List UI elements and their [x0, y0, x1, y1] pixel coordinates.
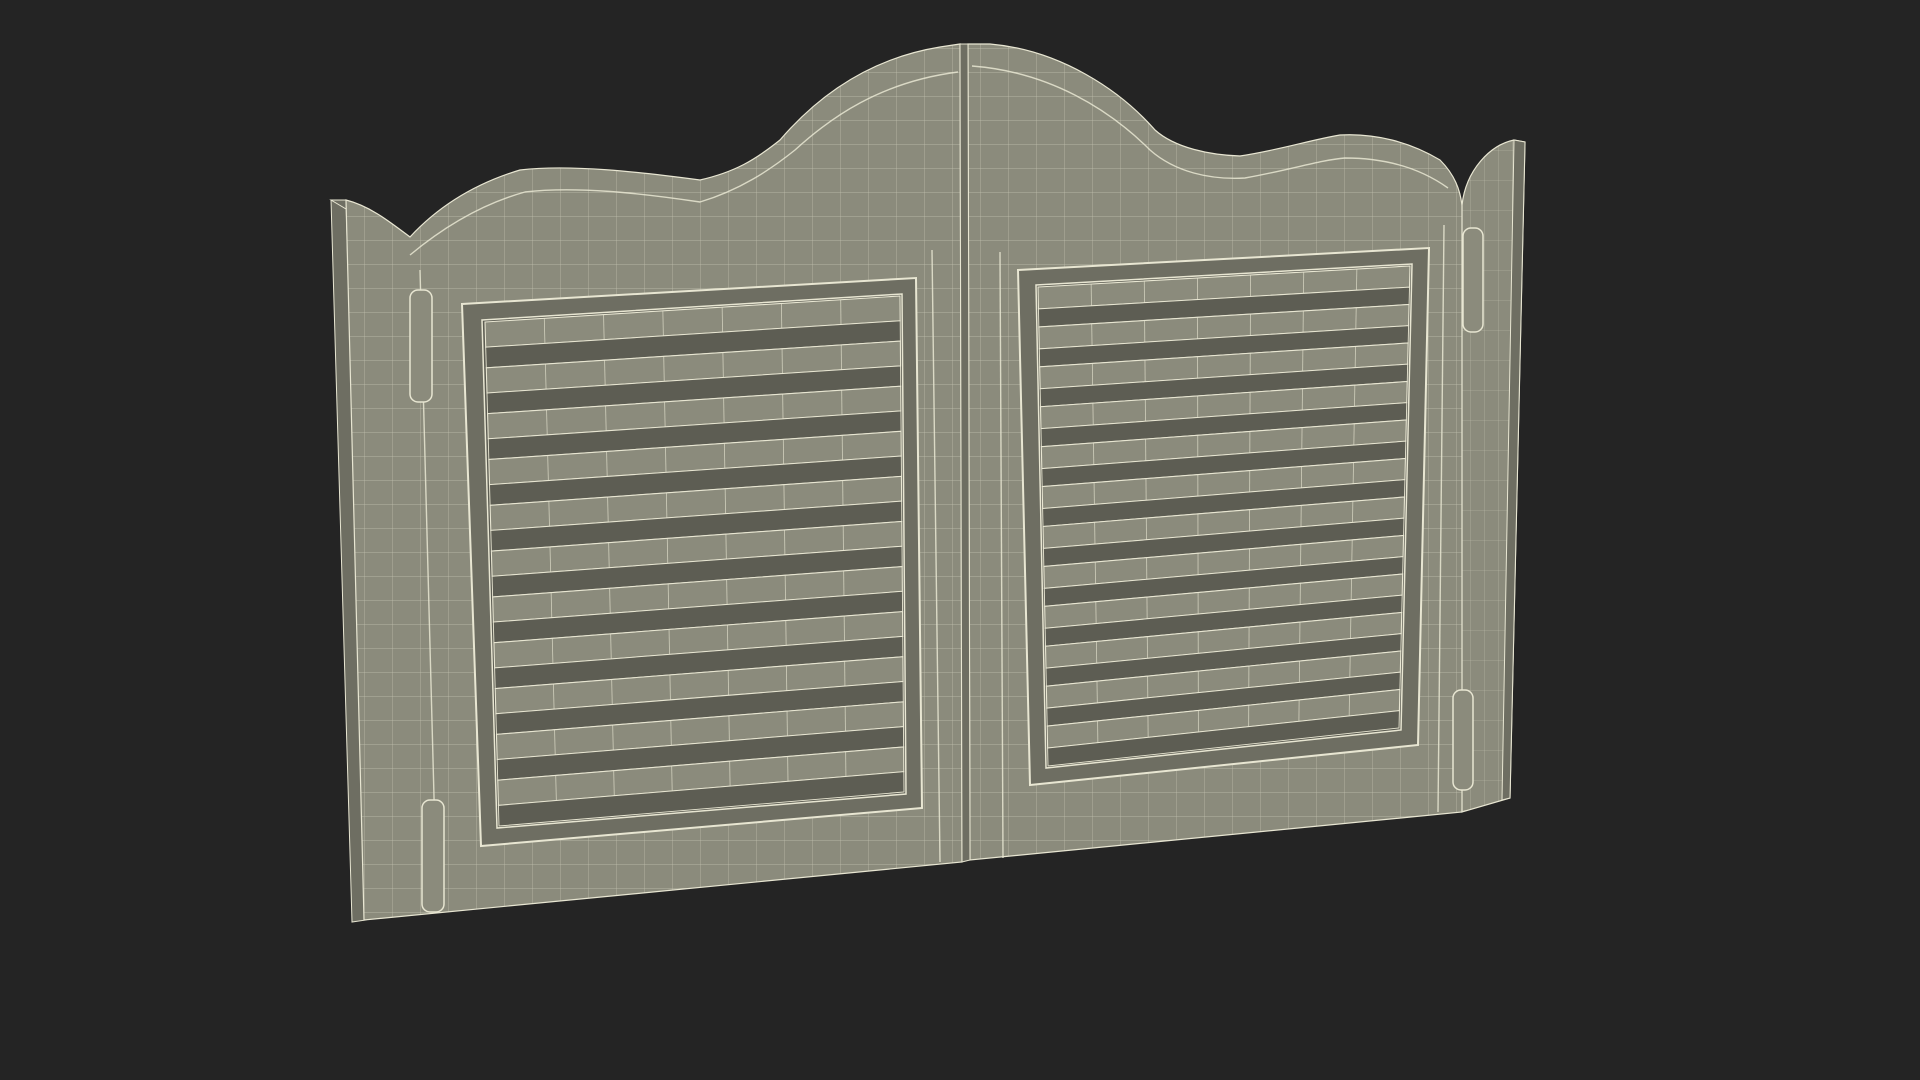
saloon-doors-wireframe-render [0, 0, 1920, 1080]
left-louver-wire [609, 588, 611, 614]
left-louver-wire [604, 360, 606, 386]
left-door-hinge-bottom [421, 799, 445, 913]
right-door-hinge-bottom [1452, 689, 1474, 791]
left-louver-wire [603, 314, 605, 340]
right-door-hinge-top [1462, 227, 1484, 333]
left-louver-wire [612, 725, 614, 751]
left-louver-wire [605, 405, 607, 431]
left-door-hinge-top [409, 289, 433, 403]
left-louver-wire [611, 679, 613, 705]
left-louver-wire [613, 770, 615, 796]
right-louvers [1037, 265, 1411, 767]
center-seam [959, 43, 971, 863]
left-louver-wire [610, 633, 612, 659]
left-louver-wire [606, 451, 608, 477]
left-louver-wire [608, 542, 610, 568]
render-viewport [0, 0, 1920, 1080]
right-door [967, 43, 1526, 861]
left-louvers [484, 295, 905, 827]
left-louver-wire [607, 497, 609, 523]
